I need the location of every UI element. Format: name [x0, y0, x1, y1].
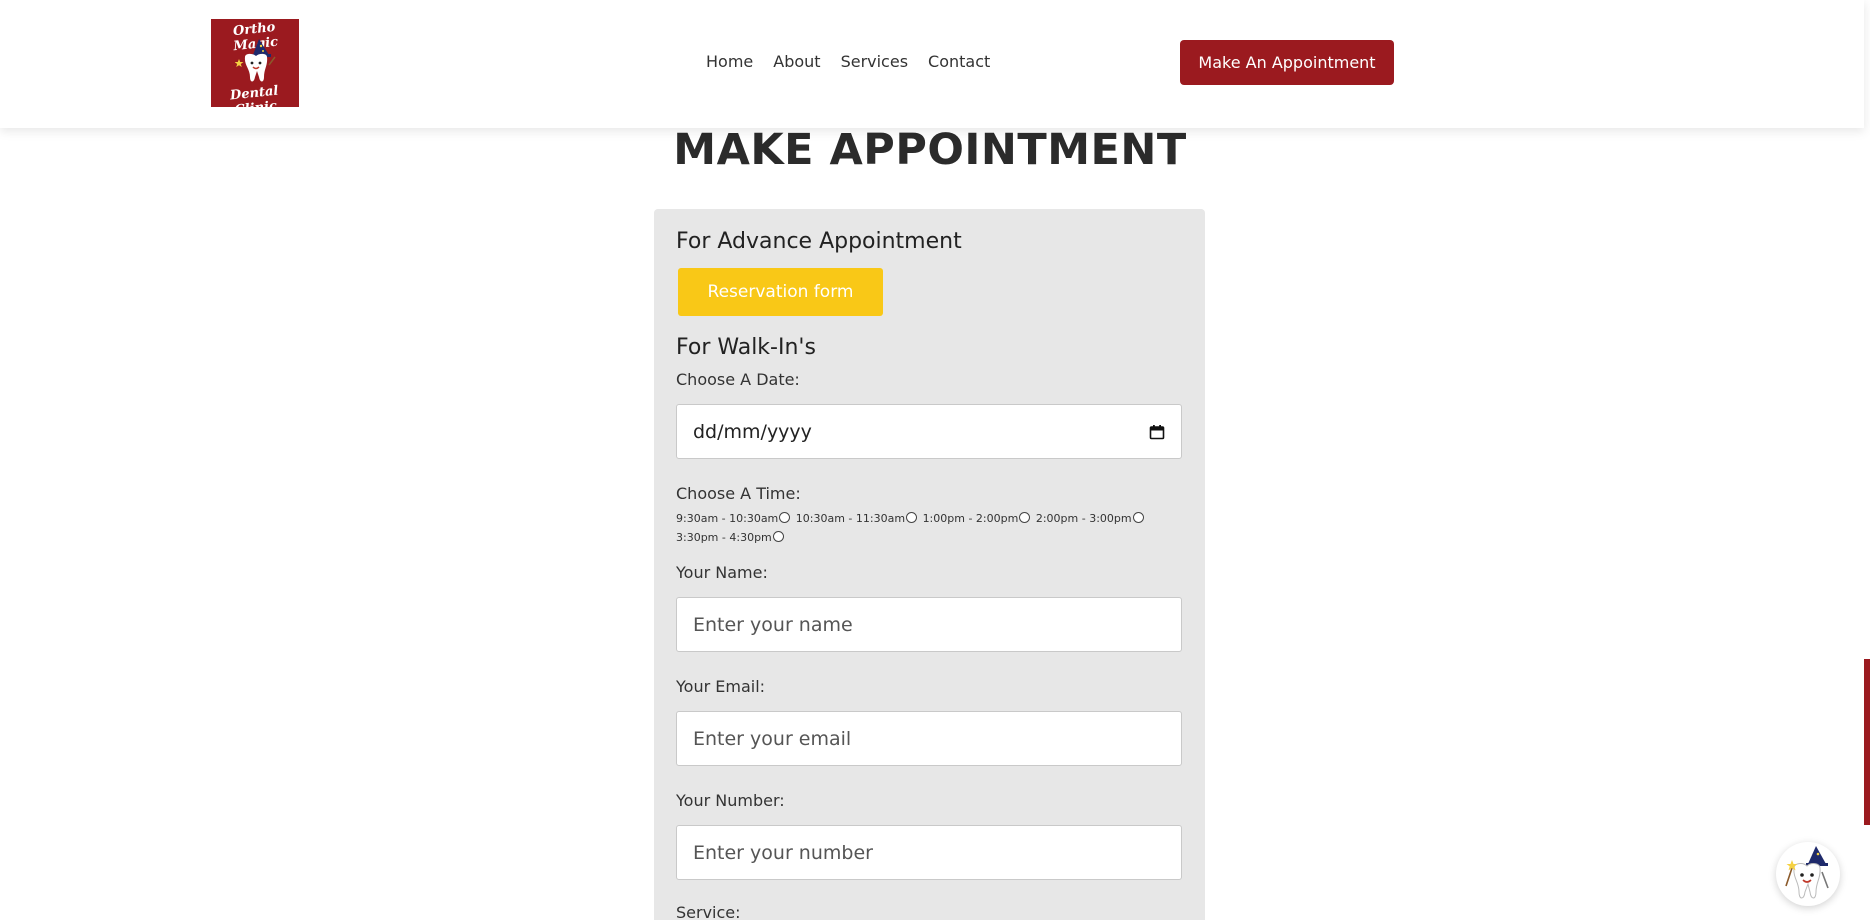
time-slot-radio[interactable] [1132, 512, 1144, 523]
page: Ortho Magic Dental Clinic Home [0, 0, 1870, 920]
nav-contact[interactable]: Contact [928, 50, 990, 74]
name-label: Your Name: [676, 563, 768, 582]
advance-appointment-heading: For Advance Appointment [676, 229, 962, 254]
number-label: Your Number: [676, 791, 785, 810]
date-input[interactable]: dd/mm/yyyy [676, 404, 1182, 459]
time-slot-group: 9:30am - 10:30am 10:30am - 11:30am 1:00p… [676, 509, 1156, 547]
time-slot-radio[interactable] [1019, 512, 1031, 523]
email-label: Your Email: [676, 677, 766, 696]
service-label: Service: [676, 903, 741, 920]
time-slot-option[interactable]: 2:00pm - 3:00pm [1036, 512, 1144, 525]
site-header: Ortho Magic Dental Clinic Home [0, 0, 1864, 128]
date-placeholder: dd/mm/yyyy [693, 420, 812, 443]
email-input[interactable] [676, 711, 1182, 766]
main-nav: Home About Services Contact [706, 50, 1010, 74]
appointment-form-card: For Advance Appointment Reservation form… [654, 209, 1205, 920]
time-slot-label: 10:30am - 11:30am [795, 512, 906, 525]
time-label: Choose A Time: [676, 484, 801, 503]
wizard-tooth-mascot-icon [1785, 846, 1829, 899]
make-appointment-button[interactable]: Make An Appointment [1180, 40, 1394, 85]
logo-text-bottom: Dental Clinic [229, 83, 280, 107]
side-accent-bar [1864, 659, 1870, 825]
time-slot-option[interactable]: 3:30pm - 4:30pm [676, 531, 784, 544]
time-slot-option[interactable]: 1:00pm - 2:00pm [923, 512, 1031, 525]
nav-about[interactable]: About [773, 50, 820, 74]
nav-home[interactable]: Home [706, 50, 753, 74]
calendar-icon[interactable] [1149, 424, 1165, 440]
time-slot-radio[interactable] [779, 512, 791, 523]
time-slot-label: 1:00pm - 2:00pm [922, 512, 1019, 525]
page-title: MAKE APPOINTMENT [673, 125, 1187, 175]
time-slot-option[interactable]: 9:30am - 10:30am [676, 512, 791, 525]
time-slot-label: 2:00pm - 3:00pm [1035, 512, 1132, 525]
time-slot-label: 9:30am - 10:30am [676, 512, 779, 525]
time-slot-radio[interactable] [906, 512, 918, 523]
time-slot-option[interactable]: 10:30am - 11:30am [795, 512, 918, 525]
reservation-form-button[interactable]: Reservation form [678, 268, 883, 316]
number-input[interactable] [676, 825, 1182, 880]
nav-services[interactable]: Services [841, 50, 908, 74]
time-slot-radio[interactable] [772, 531, 784, 542]
wizard-tooth-icon [235, 39, 276, 82]
time-slot-label: 3:30pm - 4:30pm [676, 531, 772, 544]
clinic-logo[interactable]: Ortho Magic Dental Clinic [211, 19, 299, 107]
name-input[interactable] [676, 597, 1182, 652]
date-label: Choose A Date: [676, 370, 800, 389]
chat-widget-button[interactable] [1776, 842, 1840, 906]
walkin-heading: For Walk-In's [676, 335, 816, 360]
